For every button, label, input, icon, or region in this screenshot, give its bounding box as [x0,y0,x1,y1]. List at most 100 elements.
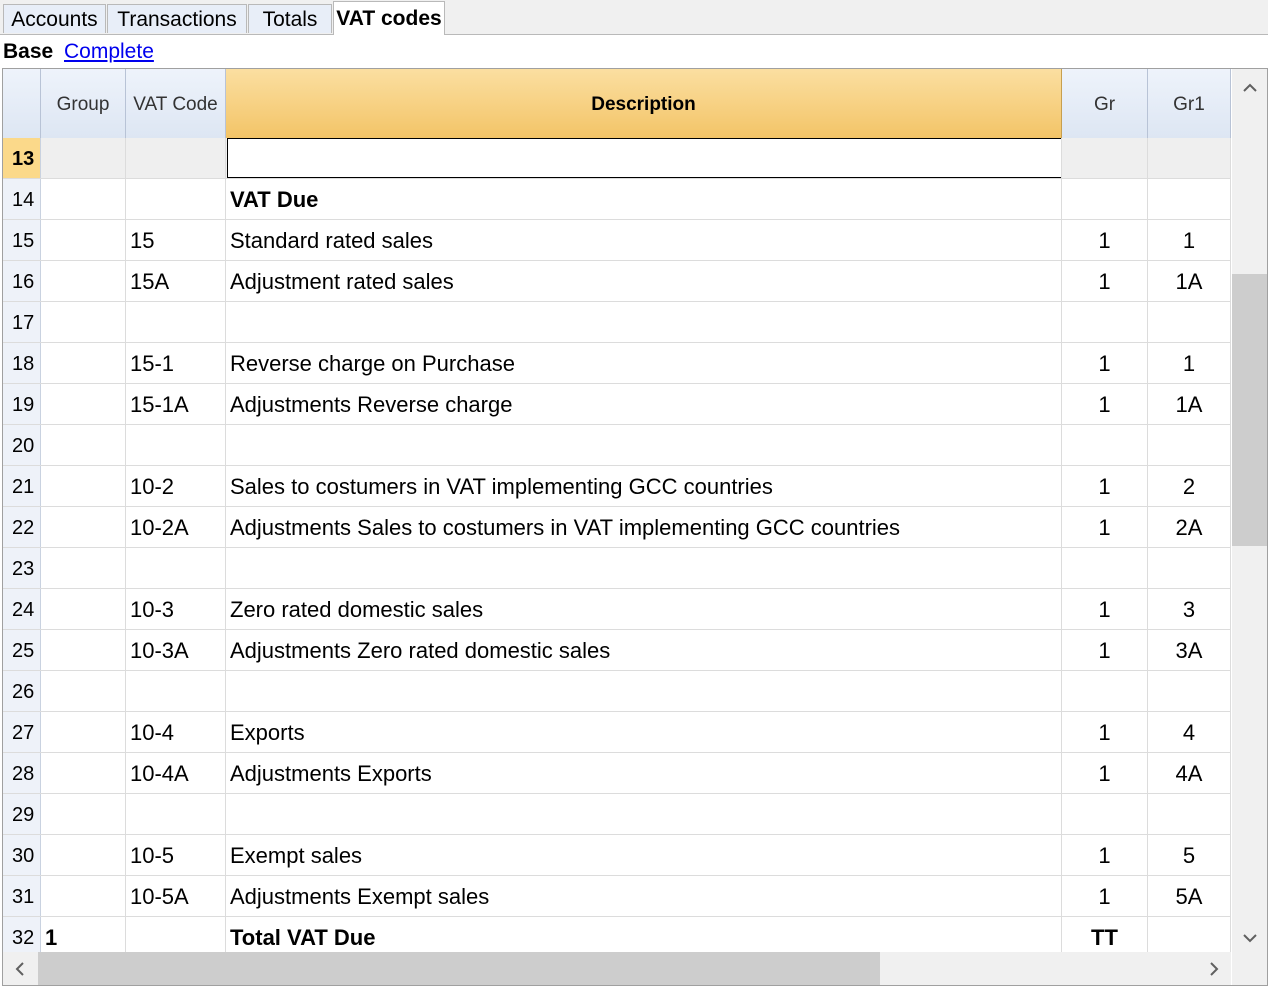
header-gr1[interactable]: Gr1 [1148,69,1231,138]
cell-gr1[interactable]: 3 [1148,589,1231,629]
table-row[interactable]: 19 15-1A Adjustments Reverse charge 1 1A [3,384,1231,425]
cell-description[interactable]: Adjustments Reverse charge [226,384,1062,424]
cell-gr[interactable]: 1 [1062,384,1148,424]
cell-vat-code[interactable]: 15-1 [126,343,226,383]
cell-vat-code[interactable]: 10-5A [126,876,226,916]
header-description[interactable]: Description [226,69,1062,138]
cell-gr[interactable]: 1 [1062,712,1148,752]
table-row[interactable]: 29 [3,794,1231,835]
row-number[interactable]: 16 [3,261,41,301]
header-vat-code[interactable]: VAT Code [126,69,226,138]
row-number[interactable]: 15 [3,220,41,260]
row-number[interactable]: 18 [3,343,41,383]
row-number[interactable]: 17 [3,302,41,342]
row-number[interactable]: 19 [3,384,41,424]
header-group[interactable]: Group [41,69,126,138]
cell-group[interactable]: 1 [41,917,126,957]
cell-group[interactable] [41,261,126,301]
tab-accounts[interactable]: Accounts [3,4,106,33]
cell-group[interactable] [41,753,126,793]
cell-description[interactable]: Exports [226,712,1062,752]
row-number[interactable]: 26 [3,671,41,711]
cell-gr1[interactable]: 2A [1148,507,1231,547]
cell-gr[interactable] [1062,179,1148,219]
horizontal-scroll-thumb[interactable] [38,952,880,985]
cell-gr[interactable]: 1 [1062,507,1148,547]
cell-gr1[interactable]: 4A [1148,753,1231,793]
table-row[interactable]: 22 10-2A Adjustments Sales to costumers in… [3,507,1231,548]
cell-gr[interactable] [1062,794,1148,834]
chevron-up-icon[interactable] [1232,77,1267,98]
cell-vat-code[interactable] [126,548,226,588]
cell-vat-code[interactable]: 10-5 [126,835,226,875]
cell-gr[interactable]: 1 [1062,466,1148,506]
cell-description[interactable]: VAT Due [226,179,1062,219]
cell-vat-code[interactable] [126,671,226,711]
cell-gr[interactable]: 1 [1062,835,1148,875]
tab-totals[interactable]: Totals [248,4,332,33]
cell-vat-code[interactable]: 15A [126,261,226,301]
cell-vat-code[interactable] [126,425,226,465]
chevron-right-icon[interactable] [1197,960,1231,981]
table-row[interactable]: 14 VAT Due [3,179,1231,220]
cell-gr[interactable]: 1 [1062,589,1148,629]
table-row[interactable]: 13 [3,138,1231,179]
vertical-scroll-thumb[interactable] [1232,274,1267,546]
cell-group[interactable] [41,302,126,342]
cell-description[interactable]: Exempt sales [226,835,1062,875]
table-row[interactable]: 30 10-5 Exempt sales 1 5 [3,835,1231,876]
cell-group[interactable] [41,630,126,670]
tab-vat-codes[interactable]: VAT codes [333,1,445,35]
view-base[interactable]: Base [3,35,53,69]
cell-gr[interactable]: TT [1062,917,1148,957]
cell-group[interactable] [41,794,126,834]
cell-group[interactable] [41,138,126,178]
cell-group[interactable] [41,671,126,711]
cell-gr[interactable] [1062,671,1148,711]
cell-group[interactable] [41,343,126,383]
row-number[interactable]: 27 [3,712,41,752]
cell-description[interactable]: Adjustments Exempt sales [226,876,1062,916]
cell-group[interactable] [41,835,126,875]
table-row[interactable]: 24 10-3 Zero rated domestic sales 1 3 [3,589,1231,630]
row-number[interactable]: 29 [3,794,41,834]
cell-gr1[interactable]: 5A [1148,876,1231,916]
cell-gr1[interactable]: 1A [1148,384,1231,424]
row-number[interactable]: 23 [3,548,41,588]
row-number[interactable]: 25 [3,630,41,670]
tab-transactions[interactable]: Transactions [107,4,247,33]
vertical-scrollbar[interactable] [1232,69,1267,952]
row-number[interactable]: 13 [3,138,41,178]
chevron-down-icon[interactable] [1232,927,1267,948]
row-number[interactable]: 22 [3,507,41,547]
cell-group[interactable] [41,589,126,629]
cell-group[interactable] [41,466,126,506]
cell-group[interactable] [41,220,126,260]
table-row[interactable]: 15 15 Standard rated sales 1 1 [3,220,1231,261]
cell-gr1[interactable] [1148,917,1231,957]
cell-gr1[interactable]: 3A [1148,630,1231,670]
cell-gr[interactable]: 1 [1062,876,1148,916]
row-number[interactable]: 20 [3,425,41,465]
cell-gr[interactable] [1062,548,1148,588]
cell-vat-code[interactable]: 15 [126,220,226,260]
cell-description[interactable]: Reverse charge on Purchase [226,343,1062,383]
cell-vat-code[interactable] [126,794,226,834]
horizontal-scrollbar[interactable] [3,952,1231,985]
cell-vat-code[interactable]: 10-4 [126,712,226,752]
cell-description[interactable]: Standard rated sales [226,220,1062,260]
cell-vat-code[interactable]: 10-2A [126,507,226,547]
table-row[interactable]: 18 15-1 Reverse charge on Purchase 1 1 [3,343,1231,384]
cell-gr1[interactable]: 4 [1148,712,1231,752]
row-number[interactable]: 21 [3,466,41,506]
cell-description[interactable]: Adjustments Sales to costumers in VAT im… [226,507,1062,547]
cell-group[interactable] [41,425,126,465]
cell-description[interactable] [226,671,1062,711]
cell-gr1[interactable] [1148,302,1231,342]
header-row-number[interactable] [3,69,41,138]
cell-gr1[interactable] [1148,138,1231,178]
cell-gr1[interactable] [1148,548,1231,588]
table-row[interactable]: 31 10-5A Adjustments Exempt sales 1 5A [3,876,1231,917]
cell-gr1[interactable] [1148,671,1231,711]
cell-description[interactable] [226,138,1062,178]
